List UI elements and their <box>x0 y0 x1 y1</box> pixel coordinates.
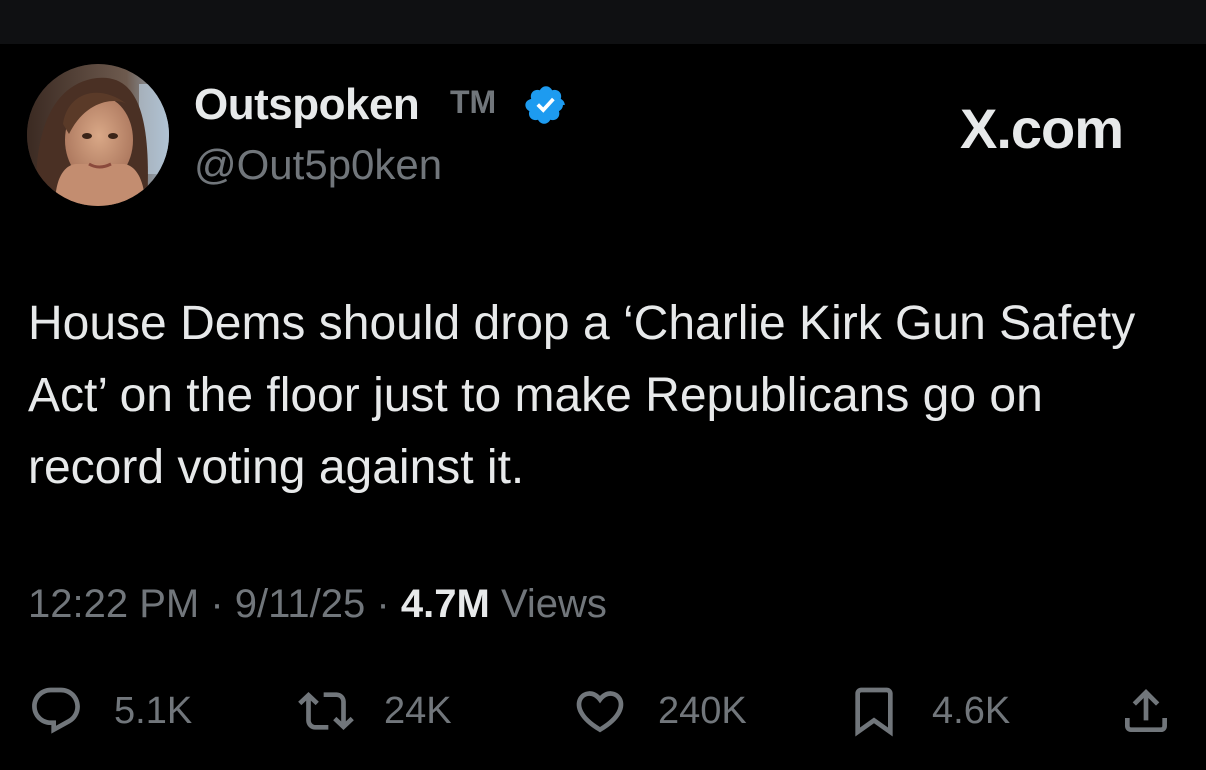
tweet-meta: 12:22 PM · 9/11/25 · 4.7M Views <box>28 582 607 627</box>
share-button[interactable] <box>1118 682 1174 740</box>
meta-separator: · <box>210 582 224 626</box>
avatar[interactable] <box>27 64 169 206</box>
heart-icon <box>576 691 624 733</box>
top-bar <box>0 0 1206 44</box>
trademark-label: TM <box>450 84 497 120</box>
verified-badge-icon[interactable] <box>524 83 568 127</box>
share-icon <box>1125 689 1167 732</box>
author-handle[interactable]: @Out5p0ken <box>194 141 442 189</box>
bookmark-icon <box>855 687 893 737</box>
like-count: 240K <box>658 689 747 732</box>
avatar-image <box>27 64 169 206</box>
repost-count: 24K <box>384 689 452 732</box>
site-logo: X.com <box>960 97 1124 160</box>
bookmark-count: 4.6K <box>932 689 1011 732</box>
tweet-date[interactable]: 9/11/25 <box>235 582 366 626</box>
like-button[interactable]: 240K <box>572 682 747 740</box>
tweet-text: House Dems should drop a ‘Charlie Kirk G… <box>28 297 1136 494</box>
bookmark-button[interactable]: 4.6K <box>846 682 1010 740</box>
display-name[interactable]: Outspoken <box>194 80 420 130</box>
repost-icon <box>298 692 354 730</box>
views-label: Views <box>500 582 607 626</box>
reply-button[interactable]: 5.1K <box>28 682 192 740</box>
reply-count: 5.1K <box>114 689 193 732</box>
repost-button[interactable]: 24K <box>298 682 452 740</box>
reply-icon <box>32 687 80 734</box>
meta-separator: · <box>376 582 390 626</box>
tweet-time[interactable]: 12:22 PM <box>28 582 199 626</box>
views-count: 4.7M <box>400 582 490 626</box>
